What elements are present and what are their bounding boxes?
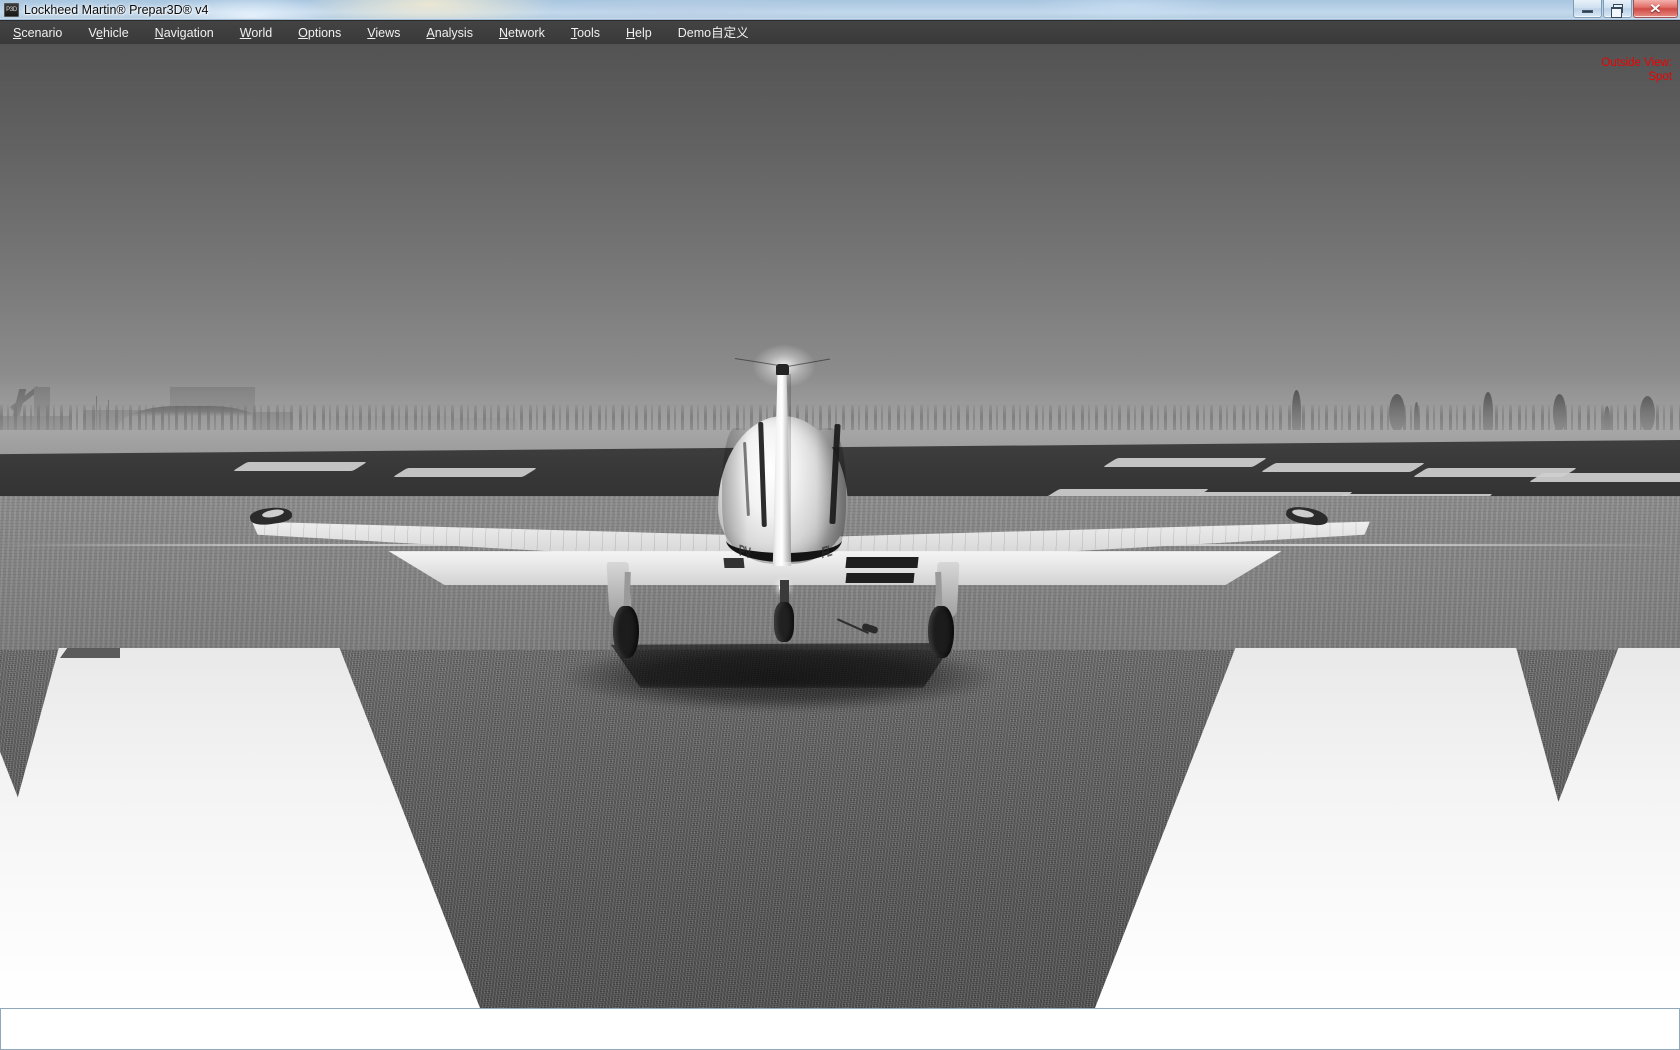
p3d-app-icon[interactable]: P3D <box>4 3 19 17</box>
window-title: Lockheed Martin® Prepar3D® v4 <box>24 3 209 17</box>
restore-button[interactable] <box>1603 0 1632 18</box>
menu-label-analysis: Analysis <box>426 25 473 40</box>
menu-label-vehicle: Vehicle <box>88 25 129 40</box>
menu-item-world[interactable]: World <box>227 21 285 45</box>
menu-label-world: World <box>239 25 273 40</box>
status-bar <box>0 1008 1680 1050</box>
close-button[interactable]: ✕ <box>1633 0 1678 18</box>
aircraft-model: PV FL <box>0 44 1680 1008</box>
stabilizer-stripe <box>845 573 915 583</box>
registration-text-right: FL <box>821 542 833 563</box>
stabilizer-stripe <box>845 557 919 568</box>
menu-item-scenario[interactable]: Scenario <box>0 21 75 45</box>
horizontal-stabilizer <box>388 551 1282 585</box>
menu-item-analysis[interactable]: Analysis <box>413 21 486 45</box>
title-bar[interactable]: P3D Lockheed Martin® Prepar3D® v4 ✕ <box>0 0 1680 20</box>
close-icon: ✕ <box>1649 1 1662 16</box>
menu-label-tools: Tools <box>570 25 601 40</box>
registration-text-left: PV <box>738 542 751 563</box>
menu-item-vehicle[interactable]: Vehicle <box>75 21 141 45</box>
menu-label-scenario: Scenario <box>13 25 63 40</box>
menu-item-demo-custom[interactable]: Demo自定义 <box>665 21 762 45</box>
menu-item-navigation[interactable]: Navigation <box>142 21 227 45</box>
view-mode-overlay: Outside View: Spot <box>1601 56 1672 85</box>
menu-item-help[interactable]: Help <box>613 21 665 45</box>
view-mode-line-2: Spot <box>1648 71 1672 84</box>
menu-label-help: Help <box>626 25 652 40</box>
menu-label-network: Network <box>498 25 545 40</box>
right-main-wheel <box>928 606 954 658</box>
left-main-wheel <box>613 606 639 658</box>
minimize-button[interactable] <box>1573 0 1602 18</box>
view-mode-line-1: Outside View: <box>1601 57 1672 69</box>
simulation-viewport[interactable]: PV FL Outside View: Spot <box>0 44 1680 1008</box>
menu-label-views: Views <box>367 25 401 40</box>
window-controls: ✕ <box>1572 0 1678 19</box>
menu-item-network[interactable]: Network <box>486 21 558 45</box>
restore-icon <box>1610 4 1623 18</box>
aircraft-shadow-core <box>610 642 954 688</box>
menu-item-tools[interactable]: Tools <box>558 21 613 45</box>
vertical-stabilizer-shading <box>783 374 791 562</box>
menu-bar: Scenario Vehicle Navigation World Option… <box>0 20 1680 44</box>
minimize-icon <box>1582 9 1593 13</box>
prepar3d-main-window: P3D Lockheed Martin® Prepar3D® v4 ✕ Scen… <box>0 0 1680 1050</box>
menu-label-navigation: Navigation <box>154 25 214 40</box>
nose-wheel <box>774 602 794 642</box>
menu-item-options[interactable]: Options <box>285 21 354 45</box>
menu-item-views[interactable]: Views <box>354 21 413 45</box>
menu-label-options: Options <box>298 25 342 40</box>
menu-label-demo-custom: Demo自定义 <box>677 25 749 40</box>
